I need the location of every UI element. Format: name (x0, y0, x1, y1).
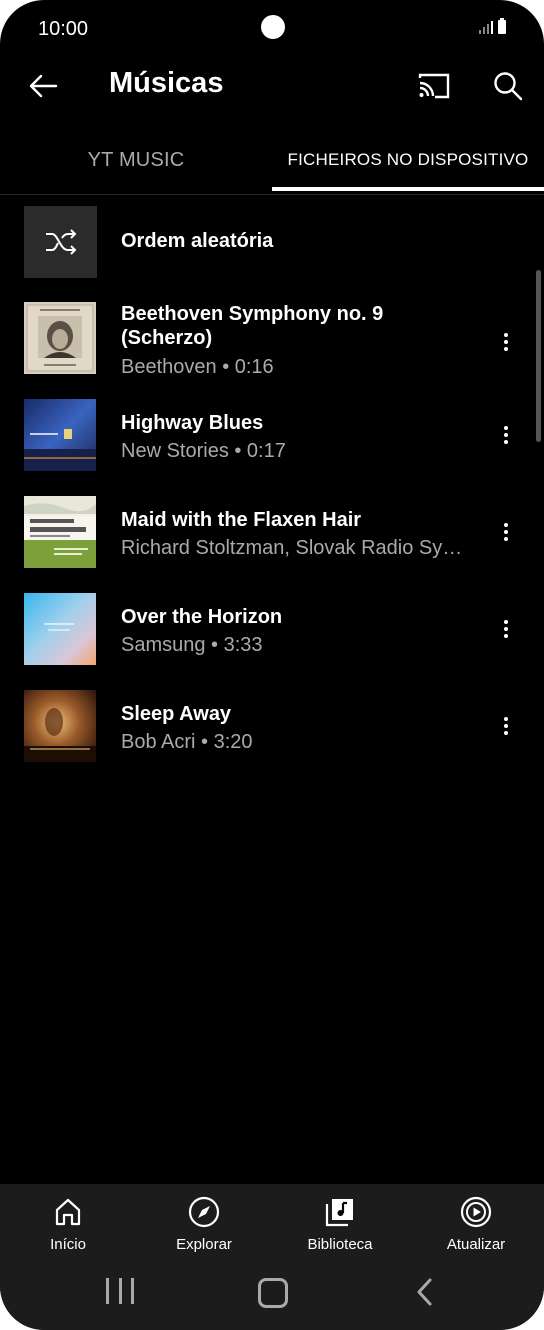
nav-label: Início (50, 1236, 86, 1253)
nav-label: Biblioteca (307, 1236, 373, 1253)
cast-button[interactable] (414, 67, 454, 105)
bottom-navigation: Início Explorar Biblioteca Atualizar (0, 1184, 544, 1330)
more-dot (504, 731, 508, 735)
song-row[interactable]: Maid with the Flaxen Hair Richard Stoltz… (0, 496, 544, 568)
more-options-button[interactable] (494, 615, 518, 643)
more-dot (504, 620, 508, 624)
album-art (24, 399, 96, 471)
shuffle-icon (45, 229, 76, 255)
album-art (24, 690, 96, 762)
more-dot (504, 347, 508, 351)
song-title: Over the Horizon (121, 606, 283, 628)
more-dot (504, 724, 508, 728)
nav-label: Explorar (176, 1236, 232, 1253)
battery-icon (498, 18, 506, 34)
shuffle-label: Ordem aleatória (121, 230, 274, 252)
phone-screen: 10:00 Músicas YT MUSIC FICHEIROS NO DISP… (0, 0, 544, 1330)
home-button[interactable] (258, 1278, 288, 1308)
upgrade-icon (460, 1196, 492, 1228)
nav-home[interactable]: Início (0, 1196, 136, 1256)
more-options-button[interactable] (494, 328, 518, 356)
back-button[interactable] (24, 67, 62, 105)
recent-apps-bar (118, 1278, 122, 1304)
song-subtitle: New Stories • 0:17 (121, 440, 286, 462)
recent-apps-button[interactable] (106, 1278, 134, 1304)
shuffle-thumbnail (24, 206, 97, 278)
nav-upgrade[interactable]: Atualizar (408, 1196, 544, 1256)
more-dot (504, 530, 508, 534)
compass-icon (188, 1196, 220, 1228)
more-options-button[interactable] (494, 712, 518, 740)
app-bar: Músicas (0, 55, 544, 115)
library-icon (325, 1199, 353, 1227)
nav-explore[interactable]: Explorar (136, 1196, 272, 1256)
search-button[interactable] (489, 67, 527, 105)
status-time: 10:00 (38, 18, 89, 40)
more-dot (504, 433, 508, 437)
more-dot (504, 634, 508, 638)
song-title: Sleep Away (121, 703, 232, 725)
front-camera (261, 15, 285, 39)
album-art (24, 593, 96, 665)
more-dot (504, 523, 508, 527)
more-dot (504, 627, 508, 631)
home-icon (55, 1198, 81, 1226)
recent-apps-bar (131, 1278, 134, 1304)
song-row[interactable]: Beethoven Symphony no. 9 (Scherzo) Beeth… (0, 302, 544, 378)
tab-selected-indicator (272, 187, 544, 191)
song-subtitle: Bob Acri • 3:20 (121, 731, 253, 753)
cast-icon (418, 73, 450, 99)
more-dot (504, 333, 508, 337)
more-dot (504, 717, 508, 721)
page-title: Músicas (109, 67, 224, 99)
tab-device-files[interactable]: FICHEIROS NO DISPOSITIVO (272, 126, 544, 194)
song-subtitle: Beethoven • 0:16 (121, 356, 274, 378)
system-back-icon[interactable] (412, 1278, 438, 1306)
nav-library[interactable]: Biblioteca (272, 1196, 408, 1256)
album-art (24, 302, 96, 374)
song-subtitle: Richard Stoltzman, Slovak Radio Sy… (121, 537, 463, 559)
scroll-indicator[interactable] (536, 270, 541, 442)
more-dot (504, 537, 508, 541)
song-title: Maid with the Flaxen Hair (121, 509, 362, 531)
arrow-left-icon (29, 74, 58, 98)
album-art (24, 496, 96, 568)
song-subtitle: Samsung • 3:33 (121, 634, 263, 656)
more-options-button[interactable] (494, 421, 518, 449)
song-row[interactable]: Highway Blues New Stories • 0:17 (0, 399, 544, 471)
search-icon (494, 72, 523, 101)
signal-icon (479, 20, 493, 34)
system-navigation-bar (0, 1262, 544, 1322)
more-dot (504, 340, 508, 344)
nav-label: Atualizar (446, 1236, 506, 1253)
more-options-button[interactable] (494, 518, 518, 546)
tab-bar: YT MUSIC FICHEIROS NO DISPOSITIVO (0, 126, 544, 195)
more-dot (504, 440, 508, 444)
song-title: Beethoven Symphony no. 9 (Scherzo) (121, 303, 384, 349)
song-row[interactable]: Over the Horizon Samsung • 3:33 (0, 593, 544, 665)
tab-yt-music[interactable]: YT MUSIC (0, 126, 272, 194)
song-title: Highway Blues (121, 412, 264, 434)
song-row[interactable]: Sleep Away Bob Acri • 3:20 (0, 690, 544, 762)
shuffle-row[interactable]: Ordem aleatória (0, 206, 544, 278)
recent-apps-bar (106, 1278, 109, 1304)
status-icons (479, 18, 506, 34)
more-dot (504, 426, 508, 430)
